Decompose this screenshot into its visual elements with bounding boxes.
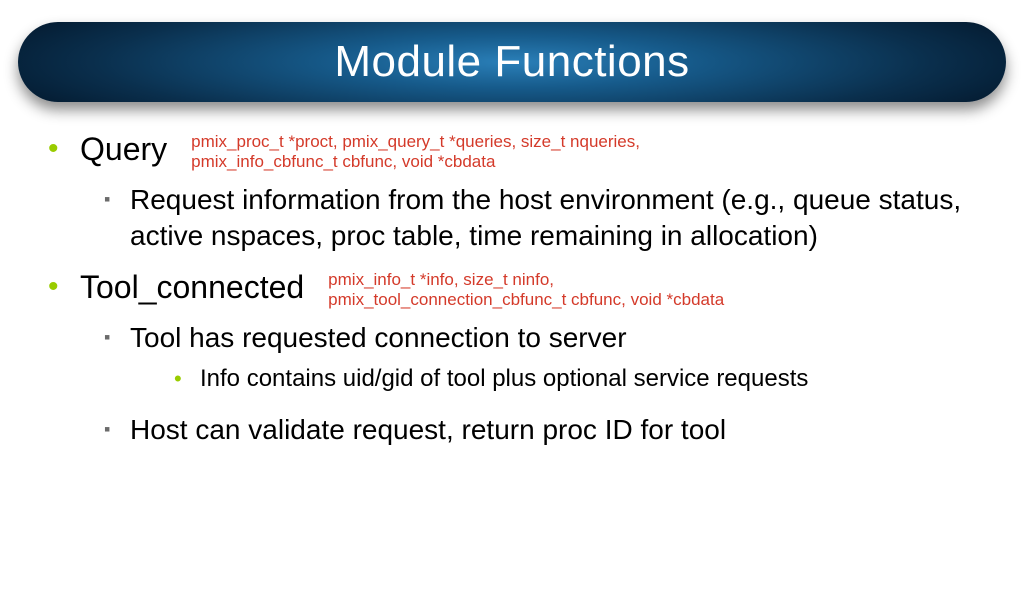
- list-item: • Info contains uid/gid of tool plus opt…: [174, 364, 984, 394]
- item-text: Tool has requested connection to server: [130, 322, 627, 353]
- bullet-list-level1: • Query pmix_proc_t *proct, pmix_query_t…: [48, 130, 984, 448]
- slide-title: Module Functions: [334, 37, 689, 87]
- item-heading: Query: [80, 130, 167, 168]
- signature-line: pmix_proc_t *proct, pmix_query_t *querie…: [191, 132, 640, 152]
- item-row: • Query pmix_proc_t *proct, pmix_query_t…: [48, 130, 984, 172]
- bullet-list-level2: ▪ Request information from the host envi…: [104, 182, 984, 254]
- bullet-icon: •: [48, 268, 66, 306]
- item-query: • Query pmix_proc_t *proct, pmix_query_t…: [48, 130, 984, 254]
- bullet-icon: ▪: [104, 412, 118, 446]
- bullet-list-level3: • Info contains uid/gid of tool plus opt…: [174, 364, 984, 394]
- item-heading: Tool_connected: [80, 268, 304, 306]
- bullet-icon: •: [174, 364, 188, 394]
- item-text: Host can validate request, return proc I…: [130, 412, 726, 448]
- list-item: ▪ Host can validate request, return proc…: [104, 412, 984, 448]
- bullet-icon: •: [48, 130, 66, 168]
- function-signature: pmix_proc_t *proct, pmix_query_t *querie…: [181, 130, 640, 172]
- bullet-icon: ▪: [104, 320, 118, 354]
- item-row: • Tool_connected pmix_info_t *info, size…: [48, 268, 984, 310]
- item-tool-connected: • Tool_connected pmix_info_t *info, size…: [48, 268, 984, 448]
- title-bar: Module Functions: [18, 22, 1006, 102]
- bullet-list-level2: ▪ Tool has requested connection to serve…: [104, 320, 984, 448]
- list-item: ▪ Tool has requested connection to serve…: [104, 320, 984, 402]
- item-body: Tool has requested connection to server …: [130, 320, 984, 402]
- function-signature: pmix_info_t *info, size_t ninfo, pmix_to…: [318, 268, 724, 310]
- slide-content: • Query pmix_proc_t *proct, pmix_query_t…: [0, 102, 1024, 448]
- signature-line: pmix_info_cbfunc_t cbfunc, void *cbdata: [191, 152, 640, 172]
- bullet-icon: ▪: [104, 182, 118, 216]
- signature-line: pmix_tool_connection_cbfunc_t cbfunc, vo…: [328, 290, 724, 310]
- item-text: Info contains uid/gid of tool plus optio…: [200, 364, 808, 394]
- item-text: Request information from the host enviro…: [130, 182, 984, 254]
- list-item: ▪ Request information from the host envi…: [104, 182, 984, 254]
- signature-line: pmix_info_t *info, size_t ninfo,: [328, 270, 724, 290]
